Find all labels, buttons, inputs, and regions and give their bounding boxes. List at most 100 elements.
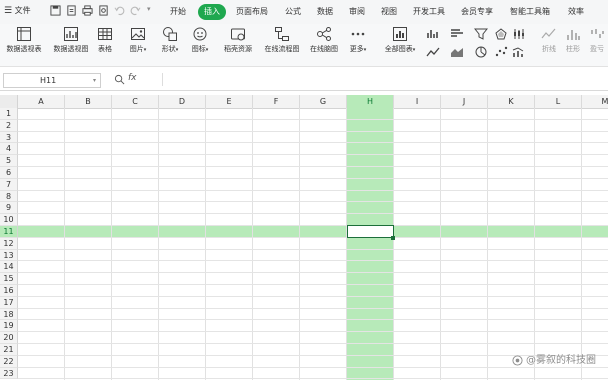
row-header-9[interactable]: 9 [0,202,18,215]
pivot-table-icon [17,27,31,41]
row-header-5[interactable]: 5 [0,155,18,167]
file-menu-label: 文件 [14,6,31,15]
sparkline-line-button[interactable]: 折线 [540,26,558,54]
gridline-horizontal [18,142,608,144]
watermark: @雾叙的科技圈 [512,351,596,366]
print-preview-icon[interactable] [98,5,109,16]
tab-efficiency[interactable]: 效率 [568,4,584,20]
more-icon [351,32,365,36]
row-header-7[interactable]: 7 [0,178,18,191]
save-icon[interactable] [50,5,61,16]
row-header-16[interactable]: 16 [0,285,18,297]
gridline-vertical [581,108,582,380]
column-header-f[interactable]: F [253,95,300,108]
table-button[interactable]: 表格 [94,26,116,54]
row-header-15[interactable]: 15 [0,273,18,285]
icon-library-button[interactable]: 图标▾ [186,26,214,54]
row-header-12[interactable]: 12 [0,237,18,250]
formula-input[interactable] [162,73,603,86]
funnel-chart-icon[interactable] [474,28,488,40]
row-header-8[interactable]: 8 [0,190,18,203]
tab-smart-toolbox[interactable]: 智能工具箱 [510,4,550,20]
row-header-4[interactable]: 4 [0,143,18,156]
flowchart-button[interactable]: 在线流程图 [260,26,304,54]
docer-resource-label: 稻壳资源 [224,45,252,53]
pie-chart-icon[interactable] [474,46,488,58]
column-header-h[interactable]: H [347,95,394,108]
picture-button[interactable]: 图片▾ [124,26,152,54]
row-header-23[interactable]: 23 [0,367,18,380]
shape-button[interactable]: 形状▾ [156,26,184,54]
tab-review[interactable]: 审阅 [349,4,365,20]
column-header-d[interactable]: D [159,95,206,108]
mindmap-button[interactable]: 在线脑图 [306,26,342,54]
all-charts-button[interactable]: 全部图表▾ [380,26,420,54]
file-menu[interactable]: ☰ 文件 [4,5,31,16]
column-header-c[interactable]: C [112,95,159,108]
tab-data[interactable]: 数据 [317,4,333,20]
row-header-17[interactable]: 17 [0,296,18,309]
tab-formulas[interactable]: 公式 [285,4,301,20]
sparkline-column-button[interactable]: 柱形 [564,26,582,54]
radar-chart-icon[interactable] [494,28,508,40]
zoom-search-icon[interactable] [114,74,125,85]
column-header-k[interactable]: K [488,95,535,108]
column-header-g[interactable]: G [300,95,347,108]
gridline-horizontal [18,295,608,297]
area-chart-icon[interactable] [450,46,464,58]
row-header-20[interactable]: 20 [0,332,18,344]
row-header-22[interactable]: 22 [0,355,18,368]
row-header-18[interactable]: 18 [0,308,18,321]
column-header-i[interactable]: I [394,95,441,108]
row-header-14[interactable]: 14 [0,261,18,274]
print-icon[interactable] [82,5,93,16]
row-header-10[interactable]: 10 [0,214,18,226]
row-header-1[interactable]: 1 [0,108,18,120]
docer-resource-button[interactable]: 稻壳资源 [220,26,256,54]
line-chart-icon[interactable] [426,46,440,58]
more-button[interactable]: 更多▾ [346,26,370,54]
pivot-chart-button[interactable]: 数据透视图 [50,26,92,54]
row-header-6[interactable]: 6 [0,167,18,179]
scatter-chart-icon[interactable] [494,46,508,58]
sparkline-winloss-button[interactable]: 盈亏 [588,26,606,54]
active-cell[interactable] [347,225,394,238]
column-header-l[interactable]: L [535,95,582,108]
tab-insert[interactable]: 插入 [198,4,226,20]
hamburger-icon: ☰ [4,6,13,16]
column-chart-icon[interactable] [426,28,440,40]
row-header-2[interactable]: 2 [0,119,18,132]
column-header-a[interactable]: A [18,95,65,108]
stock-chart-icon[interactable] [512,28,526,40]
row-header-3[interactable]: 3 [0,131,18,144]
row-header-21[interactable]: 21 [0,344,18,356]
column-header-b[interactable]: B [65,95,112,108]
export-pdf-icon[interactable] [66,5,77,16]
bar-chart-icon[interactable] [450,28,464,40]
quick-access-dropdown-icon[interactable]: ▾ [147,5,151,13]
tab-view[interactable]: 视图 [381,4,397,20]
row-header-19[interactable]: 19 [0,320,18,333]
row-header-11[interactable]: 11 [0,226,18,238]
name-box-dropdown-icon[interactable]: ▾ [93,74,96,87]
tab-home[interactable]: 开始 [170,4,186,20]
picture-icon [131,28,145,40]
sparkline-line-icon [541,28,556,39]
pivot-table-button[interactable]: 数据透视表 [3,26,45,54]
combo-chart-icon[interactable] [512,46,526,58]
cell-area[interactable] [18,108,608,380]
gridline-vertical [64,108,65,380]
row-header-13[interactable]: 13 [0,249,18,262]
tab-page-layout[interactable]: 页面布局 [236,4,268,20]
column-header-m[interactable]: M [582,95,608,108]
tab-member[interactable]: 会员专享 [461,4,493,20]
redo-icon[interactable] [130,5,141,16]
column-header-j[interactable]: J [441,95,488,108]
fx-label[interactable]: fx [128,73,137,83]
name-box[interactable]: H11 ▾ [3,73,101,88]
fill-handle[interactable] [391,235,395,240]
undo-icon[interactable] [114,5,125,16]
column-header-e[interactable]: E [206,95,253,108]
select-all-corner[interactable] [0,95,18,108]
tab-developer[interactable]: 开发工具 [413,4,445,20]
